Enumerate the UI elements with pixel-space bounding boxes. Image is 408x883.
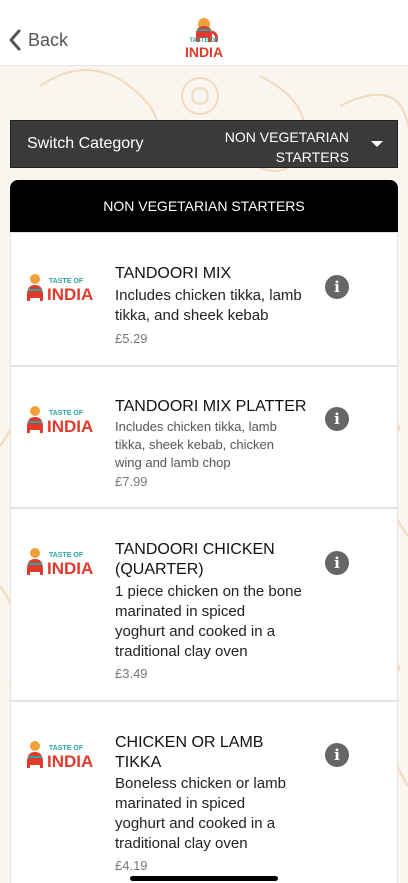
menu-item[interactable]: TASTE OF INDIA CHICKEN OR LAMB TIKKA Bon… xyxy=(10,701,398,883)
info-icon[interactable]: i xyxy=(325,743,349,767)
item-title-line: CHICKEN OR LAMB xyxy=(115,734,264,751)
item-desc-line: 1 piece chicken on the bone xyxy=(115,583,302,600)
thumb-logo-top: TASTE OF xyxy=(49,552,84,559)
item-description: Boneless chicken or lamb marinated in sp… xyxy=(115,774,315,854)
item-desc-line: Includes chicken tikka, lamb xyxy=(115,287,302,304)
item-desc-line: yoghurt and cooked in a xyxy=(115,815,276,832)
back-button[interactable]: Back xyxy=(8,29,68,51)
selected-category-line1: NON VEGETARIAN xyxy=(224,129,349,145)
switch-category-dropdown[interactable]: Switch Category NON VEGETARIAN STARTERS xyxy=(10,120,398,168)
item-description: Includes chicken tikka, lamb tikka, shee… xyxy=(115,418,315,472)
elephant-logo-icon: TASTE OF INDIA xyxy=(27,741,93,771)
chevron-left-icon xyxy=(9,29,21,51)
logo-text-bottom: INDIA xyxy=(184,44,224,60)
home-indicator[interactable] xyxy=(130,876,278,881)
item-desc-line: tikka, sheek kebab, chicken xyxy=(115,437,274,452)
brand-logo: TASTE OF INDIA xyxy=(184,16,224,64)
item-title: TANDOORI MIX xyxy=(115,265,232,282)
item-price: £4.19 xyxy=(115,858,148,873)
item-title-line: (QUARTER) xyxy=(115,561,204,578)
selected-category-line2: STARTERS xyxy=(275,149,349,165)
thumb-logo-bottom: INDIA xyxy=(47,752,93,771)
elephant-logo-icon: TASTE OF INDIA xyxy=(27,274,93,304)
item-title: CHICKEN OR LAMB TIKKA xyxy=(115,733,315,773)
item-thumbnail: TASTE OF INDIA xyxy=(25,401,99,441)
item-thumbnail: TASTE OF INDIA xyxy=(25,543,99,583)
item-price: £7.99 xyxy=(115,474,148,489)
item-description: 1 piece chicken on the bone marinated in… xyxy=(115,582,315,662)
category-header-label: NON VEGETARIAN STARTERS xyxy=(103,198,305,214)
thumb-logo-bottom: INDIA xyxy=(47,417,93,436)
top-nav-bar: Back TASTE OF INDIA xyxy=(0,0,408,66)
selected-category-value: NON VEGETARIAN STARTERS xyxy=(209,127,349,167)
menu-item[interactable]: TASTE OF INDIA TANDOORI CHICKEN (QUARTER… xyxy=(10,508,398,701)
item-title-line: TANDOORI CHICKEN xyxy=(115,541,275,558)
item-title: TANDOORI MIX PLATTER xyxy=(115,398,307,415)
menu-item[interactable]: TASTE OF INDIA TANDOORI MIX Includes chi… xyxy=(10,232,398,366)
item-desc-line: Includes chicken tikka, lamb xyxy=(115,419,277,434)
item-desc-line: tikka, and sheek kebab xyxy=(115,307,269,324)
thumb-logo-bottom: INDIA xyxy=(47,559,93,578)
info-icon[interactable]: i xyxy=(325,551,349,575)
info-icon[interactable]: i xyxy=(325,275,349,299)
item-desc-line: Boneless chicken or lamb xyxy=(115,775,286,792)
item-title: TANDOORI CHICKEN (QUARTER) xyxy=(115,540,315,580)
elephant-logo-icon: TASTE OF INDIA xyxy=(27,548,93,578)
caret-down-icon xyxy=(371,141,383,147)
item-title-line: TIKKA xyxy=(115,754,162,771)
thumb-logo-top: TASTE OF xyxy=(49,745,84,752)
item-desc-line: marinated in spiced xyxy=(115,603,246,620)
thumb-logo-top: TASTE OF xyxy=(49,278,84,285)
elephant-logo-icon: TASTE OF INDIA xyxy=(27,406,93,436)
item-desc-line: yoghurt and cooked in a xyxy=(115,623,276,640)
menu-item[interactable]: TASTE OF INDIA TANDOORI MIX PLATTER Incl… xyxy=(10,366,398,508)
back-label: Back xyxy=(28,29,69,50)
item-desc-line: wing and lamb chop xyxy=(115,455,231,470)
item-desc-line: traditional clay oven xyxy=(115,643,248,660)
item-desc-line: traditional clay oven xyxy=(115,835,248,852)
category-header: NON VEGETARIAN STARTERS xyxy=(10,180,398,232)
info-icon[interactable]: i xyxy=(325,407,349,431)
thumb-logo-bottom: INDIA xyxy=(47,285,93,304)
item-thumbnail: TASTE OF INDIA xyxy=(25,269,99,309)
item-price: £5.29 xyxy=(115,331,148,346)
item-description: Includes chicken tikka, lamb tikka, and … xyxy=(115,286,315,326)
thumb-logo-top: TASTE OF xyxy=(49,410,84,417)
item-thumbnail: TASTE OF INDIA xyxy=(25,736,99,776)
item-desc-line: marinated in spiced xyxy=(115,795,246,812)
item-price: £3.49 xyxy=(115,666,148,681)
switch-category-label: Switch Category xyxy=(27,135,144,152)
